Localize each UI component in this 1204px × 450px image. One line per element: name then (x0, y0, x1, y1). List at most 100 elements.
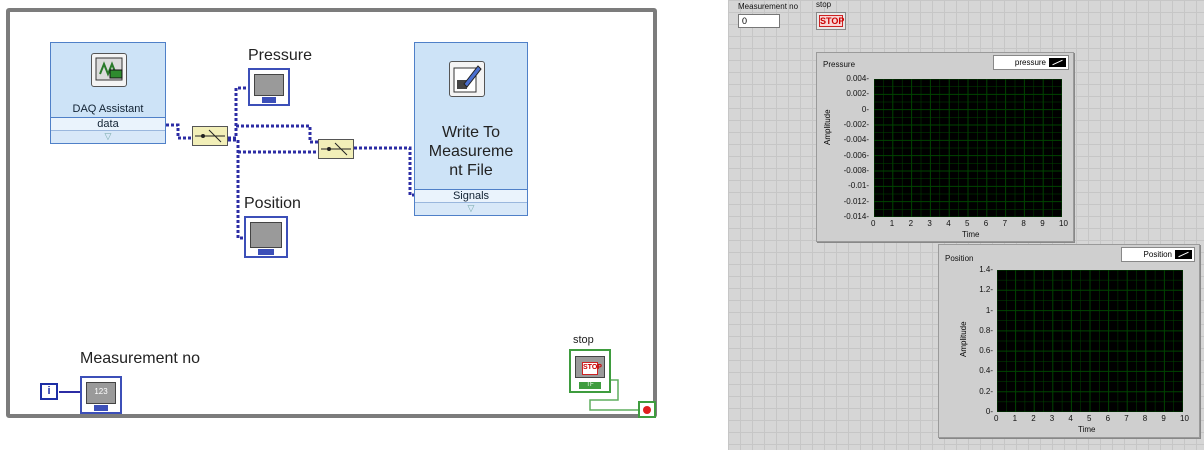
pressure-x-tick-label: 8 (1021, 219, 1026, 228)
daq-assistant-icon (91, 53, 127, 87)
pressure-x-tick-label: 10 (1059, 219, 1068, 228)
numeric-icon: 123 (86, 382, 116, 404)
loop-condition-terminal[interactable] (638, 401, 656, 418)
position-x-axis: 0 1 2 3 4 5 6 7 8 9 10 (994, 414, 1189, 424)
position-x-tick-label: 2 (1031, 414, 1036, 423)
measurement-no-indicator[interactable]: 123 (80, 376, 122, 414)
pressure-indicator[interactable] (248, 68, 290, 106)
position-plot-legend[interactable]: Position (1121, 247, 1195, 262)
daq-assistant-label: DAQ Assistant (72, 103, 144, 115)
indicator-type-tag (262, 97, 276, 103)
position-chart-title: Position (945, 254, 974, 263)
pressure-x-tick-label: 1 (889, 219, 895, 228)
indicator-type-tag (258, 249, 274, 255)
position-y-tick-label: 0.8- (979, 325, 993, 335)
position-x-tick-label: 4 (1068, 414, 1073, 423)
position-y-tick-label: 1.2- (979, 285, 993, 295)
position-chart-ylabel: Amplitude (959, 321, 968, 357)
pressure-chart[interactable]: Pressure pressure Amplitude 0.004- 0.002-… (816, 52, 1074, 242)
write-expand-arrow[interactable]: ▽ (415, 202, 527, 215)
position-legend-label: Position (1143, 250, 1172, 259)
pressure-y-tick-label: 0- (861, 104, 869, 114)
pressure-chart-title: Pressure (823, 60, 856, 69)
measurement-no-label: Measurement no (80, 350, 201, 367)
merge-signals-node-1[interactable] (192, 126, 228, 146)
position-x-tick-label: 9 (1161, 414, 1166, 423)
pressure-y-tick-label: -0.014- (843, 212, 869, 221)
write-file-icon (449, 61, 485, 97)
pressure-x-tick-label: 4 (946, 219, 951, 228)
pressure-y-tick-label: -0.01- (848, 181, 869, 191)
fp-stop-label: stop (816, 0, 832, 9)
fp-measurement-indicator[interactable]: 0 (738, 14, 780, 28)
stop-tf-tag: TF (579, 382, 601, 389)
stop-icon: STOP (582, 362, 602, 375)
position-x-tick-label: 10 (1180, 414, 1189, 423)
position-y-tick-label: 1- (985, 305, 993, 315)
daq-expand-arrow[interactable]: ▽ (51, 130, 165, 143)
iteration-terminal[interactable]: i (40, 383, 58, 400)
stop-control[interactable]: STOP TF (569, 349, 611, 393)
pressure-y-tick-label: -0.004- (843, 135, 869, 145)
wire-merge-upper (236, 124, 318, 144)
position-x-tick-label: 5 (1087, 414, 1092, 423)
pressure-legend-label: pressure (1014, 58, 1046, 67)
stop-label: stop (573, 334, 594, 346)
position-chart[interactable]: Position Position Amplitude 1.4- 1.2- 1- 0.… (938, 244, 1200, 438)
position-y-axis: 1.4- 1.2- 1- 0.8- 0.6- 0.4- 0.2- 0- (969, 265, 995, 416)
position-y-tick-label: 0- (985, 407, 993, 416)
write-file-label: Write To Measureme nt File (428, 124, 514, 179)
fp-stop-button[interactable]: STOP (816, 12, 846, 30)
position-chart-xlabel: Time (1078, 425, 1096, 434)
pressure-x-tick-label: 2 (908, 219, 914, 228)
pressure-x-tick-label: 3 (927, 219, 932, 228)
pressure-x-tick-label: 0 (871, 219, 876, 228)
plot-legend-icon (1049, 58, 1066, 67)
position-label: Position (244, 195, 301, 212)
plot-legend-icon (1175, 250, 1192, 259)
pressure-y-tick-label: -0.008- (843, 166, 869, 175)
position-x-tick-label: 0 (994, 414, 999, 423)
pressure-x-tick-label: 5 (965, 219, 970, 228)
fp-stop-button-label: STOP (819, 15, 845, 27)
pressure-x-tick-label: 7 (1002, 219, 1008, 228)
position-y-tick-label: 0.6- (979, 346, 993, 356)
pressure-y-tick-label: -0.012- (843, 196, 869, 206)
position-plot-svg (996, 269, 1184, 413)
position-x-tick-label: 8 (1142, 414, 1148, 423)
position-x-tick-label: 7 (1124, 414, 1129, 423)
position-y-tick-label: 0.2- (979, 386, 993, 396)
block-diagram: DAQ Assistant data ▽ Pressure Position W… (0, 0, 690, 450)
pressure-y-tick-label: -0.002- (843, 120, 869, 129)
position-y-tick-label: 0.4- (979, 366, 993, 376)
pressure-x-axis: 0 1 2 3 4 5 6 7 8 9 10 (871, 219, 1068, 229)
daq-assistant-node[interactable]: DAQ Assistant data ▽ (50, 42, 166, 144)
pressure-label: Pressure (248, 47, 313, 64)
merge-signals-node-2[interactable] (318, 139, 354, 159)
position-x-tick-label: 1 (1012, 414, 1018, 423)
write-measurement-file-node[interactable]: Write To Measureme nt File Signals ▽ (414, 42, 528, 216)
stop-control-screen: STOP (575, 356, 605, 378)
position-x-tick-label: 6 (1105, 414, 1111, 423)
pressure-y-tick-label: 0.004- (846, 74, 869, 83)
wire-daq-data (166, 123, 192, 140)
pressure-plot-legend[interactable]: pressure (993, 55, 1069, 70)
position-plot-area[interactable] (996, 269, 1184, 413)
front-panel: Measurement no 0 stop STOP Pressure pres… (728, 0, 1204, 450)
fp-measurement-label: Measurement no (738, 2, 799, 11)
pressure-x-tick-label: 9 (1040, 219, 1045, 228)
pressure-y-tick-label: 0.002- (846, 89, 869, 99)
wire-to-pressure (228, 86, 248, 140)
position-indicator[interactable] (244, 216, 288, 258)
indicator-type-tag (94, 405, 108, 411)
pressure-y-tick-label: -0.006- (843, 150, 869, 160)
pressure-plot-area[interactable] (873, 78, 1063, 218)
pressure-plot-svg (873, 78, 1063, 218)
position-y-tick-label: 1.4- (979, 265, 993, 274)
pressure-y-axis: 0.004- 0.002- 0- -0.002- -0.004- -0.006- -0.00… (829, 74, 871, 221)
stop-condition-icon (643, 406, 651, 414)
wire-to-write (354, 146, 416, 197)
pressure-chart-xlabel: Time (962, 230, 980, 239)
pressure-x-tick-label: 6 (983, 219, 989, 228)
position-x-tick-label: 3 (1049, 414, 1055, 423)
